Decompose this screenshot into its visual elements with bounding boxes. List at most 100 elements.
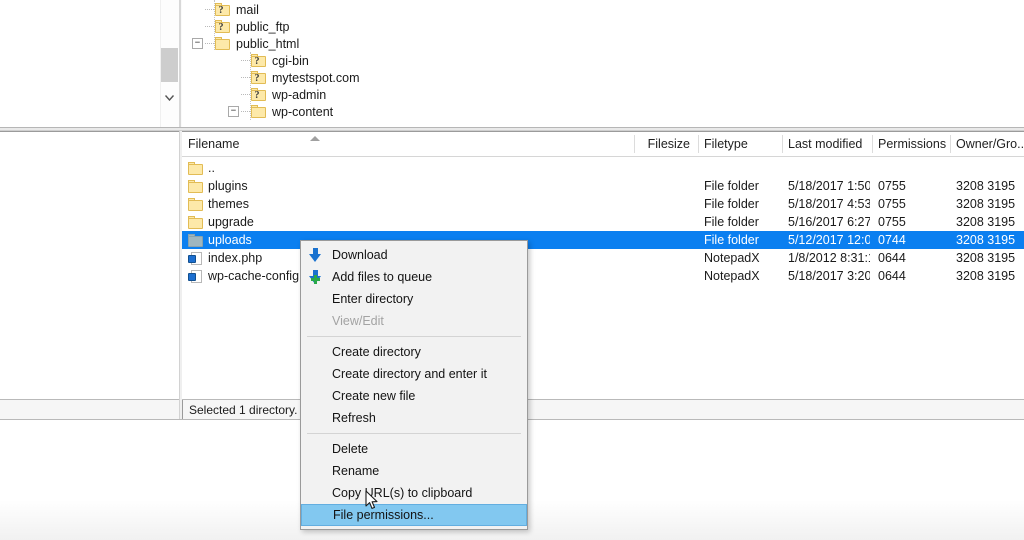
local-tree-scrollbar-thumb[interactable] — [161, 48, 178, 82]
menu-item-label: Create directory — [332, 345, 421, 359]
menu-item-label: Copy URL(s) to clipboard — [332, 486, 473, 500]
cell-permissions: 0644 — [878, 251, 906, 265]
filename-label: uploads — [208, 233, 252, 247]
menu-item-add-files-to-queue[interactable]: Add files to queue — [301, 266, 527, 288]
column-header-label: Filesize — [647, 137, 690, 151]
menu-item-create-directory-and-enter-it[interactable]: Create directory and enter it — [301, 363, 527, 385]
column-header-modified[interactable]: Last modified — [782, 132, 870, 156]
column-header-filename[interactable]: Filename — [182, 132, 634, 156]
menu-item-icon-slot — [301, 482, 331, 504]
folder-unknown-icon: ? — [251, 88, 266, 101]
remote-directory-tree[interactable]: ? mail? public_ftp − public_html? cgi-bin? myt… — [182, 0, 1024, 127]
menu-item-icon-slot — [301, 310, 331, 332]
local-status-bar — [0, 399, 179, 419]
filename-label: themes — [208, 197, 249, 211]
menu-item-copy-url-s-to-clipboard[interactable]: Copy URL(s) to clipboard — [301, 482, 527, 504]
cell-filesize — [634, 267, 690, 285]
cell-filename: themes — [188, 195, 632, 213]
column-resize-handle[interactable] — [782, 135, 783, 153]
column-header-label: Filename — [188, 137, 240, 151]
folder-icon — [188, 215, 203, 229]
cell-filetype: File folder — [704, 179, 759, 193]
file-context-menu[interactable]: Download Add files to queue Enter director… — [300, 240, 528, 530]
cell-owner: 3208 3195 — [956, 179, 1016, 193]
menu-item-icon-slot — [301, 288, 331, 310]
table-row[interactable]: themes File folder 5/18/2017 4:53:... 0755 3… — [182, 195, 1024, 213]
cell-filetype: NotepadX — [704, 251, 760, 265]
cell-permissions: 0755 — [878, 215, 906, 229]
table-row[interactable]: plugins File folder 5/18/2017 1:50:... 0755… — [182, 177, 1024, 195]
tree-expander-collapse-icon[interactable]: − — [228, 106, 239, 117]
menu-item-label: Add files to queue — [332, 270, 433, 284]
cell-permissions: 0755 — [878, 197, 906, 211]
tree-connector-line — [241, 76, 250, 79]
cell-modified: 5/18/2017 3:20:... — [788, 269, 870, 283]
menu-item-icon-slot — [301, 385, 331, 407]
tree-expander-collapse-icon[interactable]: − — [192, 38, 203, 49]
tree-item-mytestspot-com[interactable]: ? mytestspot.com — [228, 69, 360, 86]
filename-label: .. — [208, 161, 215, 175]
tree-item-label: cgi-bin — [272, 53, 309, 68]
menu-item-download[interactable]: Download — [301, 244, 527, 266]
column-resize-handle[interactable] — [634, 135, 635, 153]
menu-item-create-new-file[interactable]: Create new file — [301, 385, 527, 407]
column-header-label: Filetype — [704, 137, 748, 151]
menu-item-create-directory[interactable]: Create directory — [301, 341, 527, 363]
column-resize-handle[interactable] — [872, 135, 873, 153]
menu-item-label: Enter directory — [332, 292, 414, 306]
cell-modified: 1/8/2012 8:31:1... — [788, 251, 870, 265]
menu-item-view-edit: View/Edit — [301, 310, 527, 332]
cell-owner: 3208 3195 — [956, 251, 1016, 265]
cell-owner — [956, 159, 1024, 177]
cell-filetype — [704, 159, 780, 177]
tree-item-public-ftp[interactable]: ? public_ftp — [192, 18, 290, 35]
menu-item-delete[interactable]: Delete — [301, 438, 527, 460]
tree-item-wp-admin[interactable]: ? wp-admin — [228, 86, 326, 103]
filename-label: plugins — [208, 179, 248, 193]
column-header-label: Owner/Gro... — [956, 137, 1024, 151]
menu-separator — [307, 433, 521, 434]
remote-status-text: Selected 1 directory. — [189, 402, 298, 417]
menu-item-label: Refresh — [332, 411, 376, 425]
menu-item-icon-slot — [302, 504, 332, 526]
folder-unknown-icon: ? — [215, 3, 230, 16]
cell-filesize — [634, 249, 690, 267]
cell-owner: 3208 3195 — [956, 215, 1016, 229]
cell-filesize — [634, 159, 690, 177]
menu-item-enter-directory[interactable]: Enter directory — [301, 288, 527, 310]
column-header-owner[interactable]: Owner/Gro... — [950, 132, 1024, 156]
scroll-down-icon[interactable] — [160, 85, 179, 110]
menu-item-file-permissions[interactable]: File permissions... — [301, 504, 527, 526]
cell-owner: 3208 3195 — [956, 233, 1016, 247]
folder-icon — [188, 233, 203, 247]
tree-item-public-html[interactable]: − public_html — [192, 35, 299, 52]
menu-item-label: Rename — [332, 464, 380, 478]
sort-ascending-icon — [310, 136, 320, 142]
cell-filetype: File folder — [704, 197, 759, 211]
folder-unknown-icon: ? — [251, 71, 266, 84]
folder-icon — [188, 197, 203, 211]
cell-owner: 3208 3195 — [956, 269, 1016, 283]
cell-filename: plugins — [188, 177, 632, 195]
menu-item-label: View/Edit — [332, 314, 384, 328]
tree-item-wp-content[interactable]: − wp-content — [228, 103, 333, 120]
tree-item-cgi-bin[interactable]: ? cgi-bin — [228, 52, 309, 69]
menu-item-rename[interactable]: Rename — [301, 460, 527, 482]
column-header-filetype[interactable]: Filetype — [698, 132, 780, 156]
cell-filename: .. — [188, 159, 632, 177]
column-header-permissions[interactable]: Permissions — [872, 132, 948, 156]
column-header-filesize[interactable]: Filesize — [634, 132, 696, 156]
column-resize-handle[interactable] — [950, 135, 951, 153]
tree-item-mail[interactable]: ? mail — [192, 1, 259, 18]
menu-item-icon-slot — [301, 460, 331, 482]
add-to-queue-icon — [301, 266, 331, 288]
file-list-header[interactable]: Filename Filesize Filetype Last modified Per… — [182, 132, 1024, 157]
local-tree-pane[interactable] — [0, 0, 160, 128]
local-file-list[interactable] — [0, 131, 179, 399]
table-row[interactable]: .. — [182, 159, 1024, 177]
column-resize-handle[interactable] — [698, 135, 699, 153]
tree-connector-line — [205, 42, 214, 45]
tree-connector-line — [241, 59, 250, 62]
menu-item-refresh[interactable]: Refresh — [301, 407, 527, 429]
table-row[interactable]: upgrade File folder 5/16/2017 6:27:... 0755… — [182, 213, 1024, 231]
